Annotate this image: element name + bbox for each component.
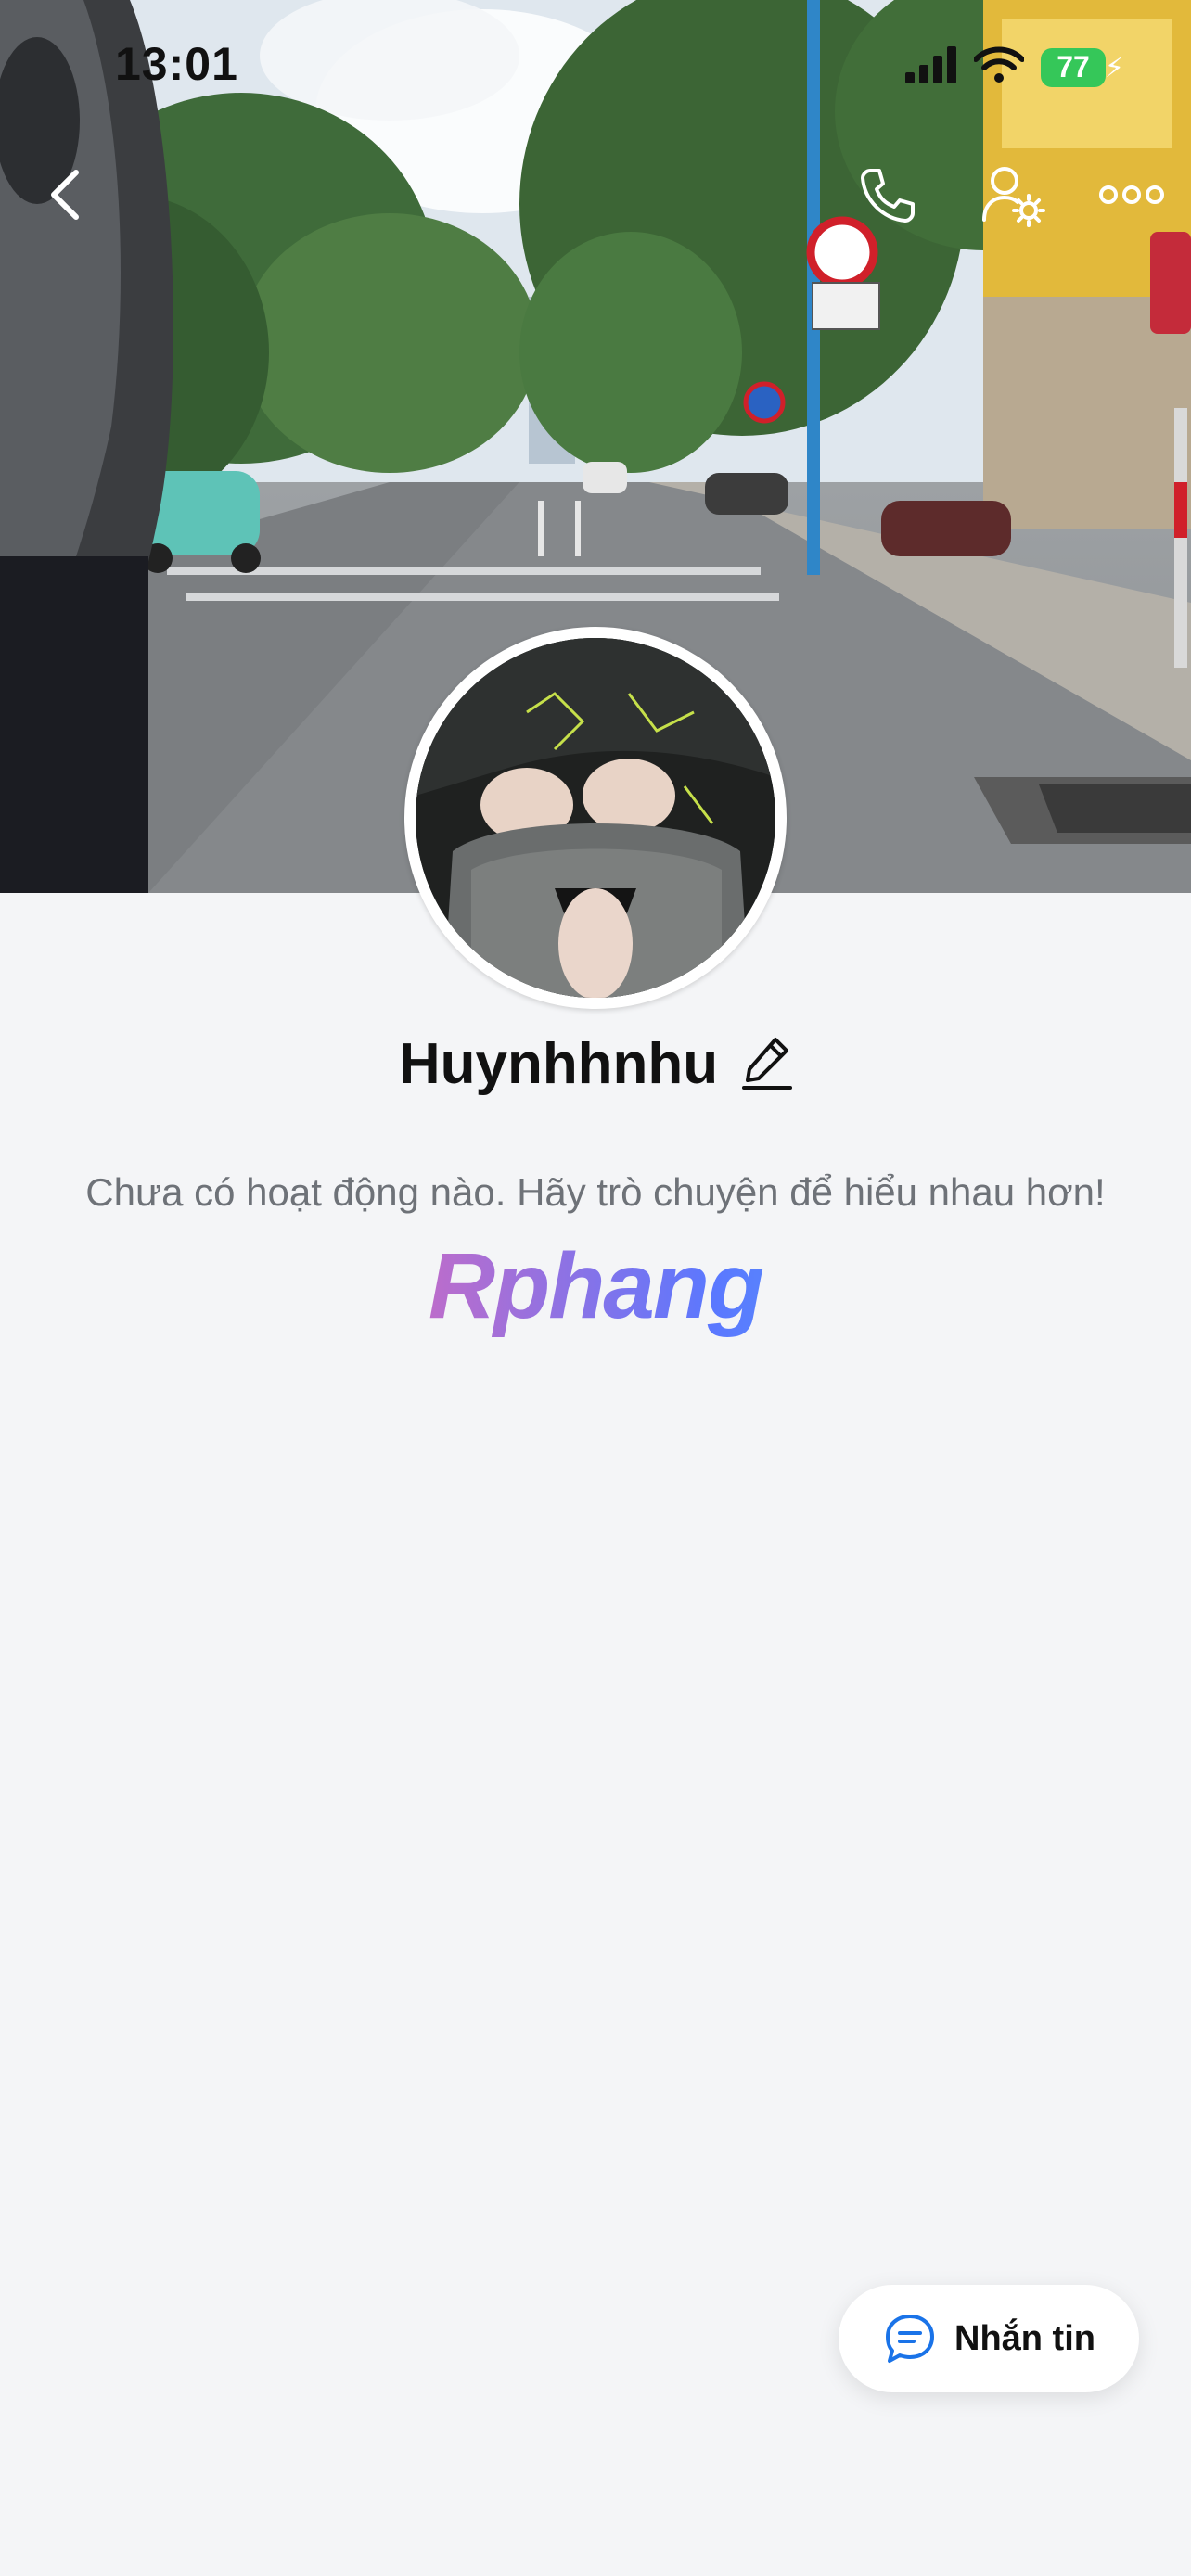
user-settings-button[interactable] (974, 156, 1052, 234)
chat-bubble-icon (886, 2315, 934, 2363)
charging-bolt-icon: ⚡ (1104, 52, 1124, 83)
edit-name-button[interactable] (742, 1034, 793, 1094)
avatar[interactable] (404, 627, 787, 1009)
battery-icon: 77 ⚡ (1041, 47, 1124, 87)
no-activity-text: Chưa có hoạt động nào. Hãy trò chuyện để… (85, 1170, 1106, 1214)
message-button[interactable]: Nhắn tin (839, 2285, 1139, 2392)
battery-level: 77 (1057, 50, 1090, 83)
back-button[interactable] (28, 158, 102, 232)
back-icon (51, 170, 79, 220)
user-settings-icon (982, 167, 1045, 227)
phone-icon (861, 169, 915, 223)
watermark-logo: Rphang (0, 1233, 1191, 1340)
cellular-signal-icon (905, 46, 957, 88)
profile-name-row: Huynhhnhu (0, 1031, 1191, 1097)
wifi-icon (973, 46, 1025, 88)
pencil-icon (742, 1038, 793, 1090)
avatar-photo (416, 638, 775, 998)
status-time: 13:01 (115, 38, 238, 90)
profile-name: Huynhhnhu (398, 1032, 719, 1096)
message-button-label: Nhắn tin (954, 2318, 1095, 2358)
more-button[interactable] (1095, 167, 1169, 223)
status-bar-right: 77 ⚡ (905, 46, 1124, 88)
more-icon (1099, 185, 1164, 204)
profile-screen: 13:01 77 ⚡ Huynhhnhu Chưa có hoạt động n… (0, 0, 1191, 2576)
call-button[interactable] (848, 156, 926, 234)
